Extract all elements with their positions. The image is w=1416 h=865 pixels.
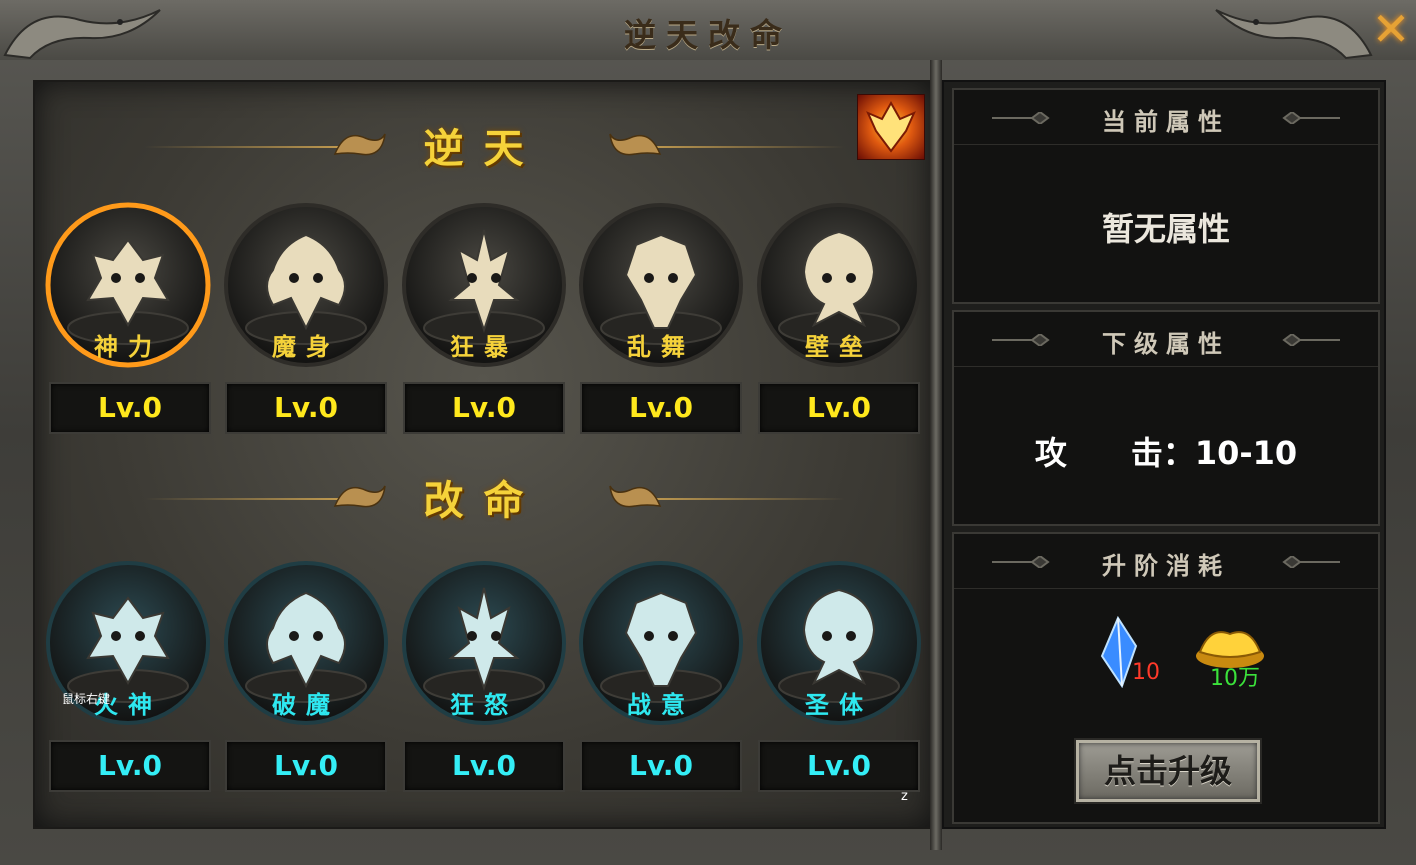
window-frame: 逆天改命 ✕ 逆天 神力 Lv.0 魔身 Lv.0 狂暴 Lv.0 乱舞 Lv.…	[0, 0, 1416, 865]
gaiming-level-5: Lv.0	[758, 740, 920, 792]
close-icon[interactable]: ✕	[1366, 4, 1416, 54]
current-attr-box: 当前属性 暂无属性	[952, 88, 1380, 304]
nitian-name: 狂暴	[450, 332, 518, 361]
next-attr-line: 攻 击：10-10	[954, 428, 1378, 474]
gaiming-name: 狂怒	[450, 690, 518, 719]
nitian-level-2: Lv.0	[225, 382, 387, 434]
gaiming-name: 破魔	[272, 690, 340, 719]
gaiming-emblem-3[interactable]: 狂怒	[399, 558, 569, 728]
dragon-scroll-right-icon	[609, 133, 662, 156]
gaiming-name: 战意	[627, 690, 695, 719]
nitian-name: 壁垒	[805, 332, 873, 361]
dragon-scroll-right-icon	[609, 485, 662, 508]
gaiming-level-4: Lv.0	[580, 740, 742, 792]
hotkey-label: z	[901, 789, 908, 804]
current-attr-text: 暂无属性	[1101, 210, 1230, 248]
nitian-title: 逆天	[423, 125, 544, 172]
gaiming-emblem-5[interactable]: 圣体	[754, 558, 924, 728]
dragon-ornament-right-icon	[1215, 9, 1373, 60]
nitian-level-4: Lv.0	[580, 382, 742, 434]
attack-value: 10-10	[1194, 434, 1298, 472]
nitian-emblem-1[interactable]: 神力	[43, 200, 213, 370]
nitian-emblem-2[interactable]: 魔身	[221, 200, 391, 370]
nitian-name: 乱舞	[627, 332, 695, 361]
nitian-header: 逆天	[35, 110, 932, 172]
nitian-level-3: Lv.0	[403, 382, 565, 434]
gaiming-emblem-2[interactable]: 破魔	[221, 558, 391, 728]
title-bar: 逆天改命 ✕	[0, 0, 1416, 60]
nitian-emblem-4[interactable]: 乱舞	[576, 200, 746, 370]
nitian-emblem-3[interactable]: 狂暴	[399, 200, 569, 370]
ornament-right-icon	[1282, 334, 1340, 346]
next-attr-box: 下级属性 攻 击：10-10	[952, 310, 1380, 526]
right-click-hint: 鼠标右键	[62, 692, 111, 706]
nitian-emblem-5[interactable]: 壁垒	[754, 200, 924, 370]
gaiming-level-2: Lv.0	[225, 740, 387, 792]
gaiming-level-3: Lv.0	[403, 740, 565, 792]
ornament-right-icon	[1282, 112, 1340, 124]
nitian-name: 魔身	[272, 332, 340, 361]
nitian-name: 神力	[94, 332, 162, 361]
nitian-level-1: Lv.0	[49, 382, 211, 434]
gaiming-name: 圣体	[805, 690, 873, 719]
gaiming-header: 改命	[35, 462, 932, 524]
window-title: 逆天改命	[623, 16, 792, 54]
panel-divider	[930, 60, 942, 850]
gaiming-level-1: Lv.0	[49, 740, 211, 792]
gaiming-emblem-4[interactable]: 战意	[576, 558, 746, 728]
skills-panel: 逆天 神力 Lv.0 魔身 Lv.0 狂暴 Lv.0 乱舞 Lv.0 壁垒 Lv.0 改命 火神 L…	[33, 80, 934, 829]
ornament-right-icon	[1282, 556, 1340, 568]
crystal-amount: 10	[1132, 660, 1160, 685]
upgrade-button[interactable]: 点击升级	[1076, 740, 1260, 802]
gold-amount: 10万	[1210, 666, 1260, 691]
attack-label: 攻 击：	[1034, 434, 1195, 472]
nitian-level-5: Lv.0	[758, 382, 920, 434]
attribute-panel: 当前属性 暂无属性 下级属性 攻 击：10-10 升阶消耗 10 10万 点击升…	[942, 80, 1386, 829]
gaiming-title: 改命	[423, 477, 544, 524]
